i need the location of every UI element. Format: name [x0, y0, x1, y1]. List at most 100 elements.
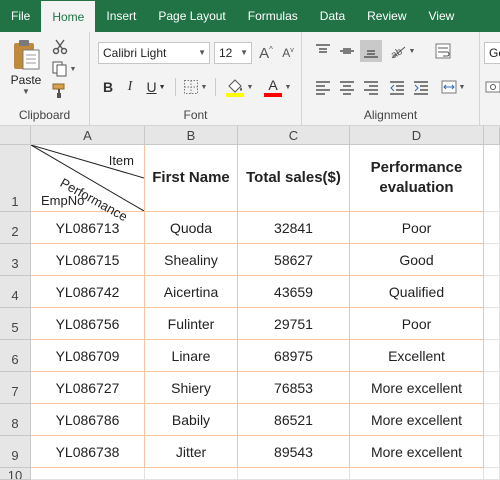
- cell-total-sales[interactable]: 58627: [238, 244, 350, 276]
- cell-performance[interactable]: Good: [350, 244, 484, 276]
- cell-empty[interactable]: [484, 212, 500, 244]
- cell-total-sales[interactable]: 29751: [238, 308, 350, 340]
- cell-empno[interactable]: YL086727: [31, 372, 145, 404]
- cell-empty[interactable]: [484, 244, 500, 276]
- row-header-8[interactable]: 8: [0, 404, 31, 436]
- cell-total-sales[interactable]: 76853: [238, 372, 350, 404]
- cell-performance[interactable]: More excellent: [350, 404, 484, 436]
- column-header-a[interactable]: A: [31, 126, 145, 145]
- underline-button[interactable]: U ▼: [142, 76, 170, 98]
- cell-first-name[interactable]: Shiery: [145, 372, 238, 404]
- cell-performance[interactable]: More excellent: [350, 436, 484, 468]
- cell-performance[interactable]: Excellent: [350, 340, 484, 372]
- column-header-d[interactable]: D: [350, 126, 484, 145]
- row-header-4[interactable]: 4: [0, 276, 31, 308]
- cell-total-sales[interactable]: 43659: [238, 276, 350, 308]
- cell-empno[interactable]: YL086786: [31, 404, 145, 436]
- row-header-9[interactable]: 9: [0, 436, 31, 468]
- row-header-6[interactable]: 6: [0, 340, 31, 372]
- tab-file[interactable]: File: [0, 0, 41, 32]
- bold-button[interactable]: B: [98, 76, 118, 98]
- align-center-button[interactable]: [336, 76, 358, 98]
- borders-button[interactable]: ▼: [180, 76, 210, 98]
- row-header-5[interactable]: 5: [0, 308, 31, 340]
- cell-total-sales[interactable]: 68975: [238, 340, 350, 372]
- tab-view[interactable]: View: [418, 0, 466, 32]
- row-header-7[interactable]: 7: [0, 372, 31, 404]
- cell-first-name[interactable]: Jitter: [145, 436, 238, 468]
- paste-button[interactable]: Paste ▼: [8, 38, 44, 96]
- font-color-button[interactable]: A ▼: [260, 74, 294, 100]
- font-size-combo[interactable]: 12 ▼: [214, 42, 252, 64]
- cell-empty[interactable]: [31, 468, 145, 480]
- accounting-format-button[interactable]: [484, 76, 500, 98]
- align-left-button[interactable]: [312, 76, 334, 98]
- cell-performance[interactable]: Poor: [350, 308, 484, 340]
- cell-empty[interactable]: [484, 404, 500, 436]
- middle-align-button[interactable]: [336, 40, 358, 62]
- column-header-c[interactable]: C: [238, 126, 350, 145]
- cell-performance[interactable]: Poor: [350, 212, 484, 244]
- cell-empty[interactable]: [484, 372, 500, 404]
- tab-insert[interactable]: Insert: [95, 0, 147, 32]
- cell-empno[interactable]: YL086742: [31, 276, 145, 308]
- top-align-button[interactable]: [312, 40, 334, 62]
- increase-font-button[interactable]: A^: [256, 42, 276, 64]
- font-name-combo[interactable]: Calibri Light ▼: [98, 42, 210, 64]
- tab-data[interactable]: Data: [309, 0, 356, 32]
- cell-empty[interactable]: [350, 468, 484, 480]
- align-right-button[interactable]: [360, 76, 382, 98]
- cell-first-name[interactable]: Shealiny: [145, 244, 238, 276]
- format-painter-button[interactable]: [50, 82, 70, 100]
- cell-first-name[interactable]: Fulinter: [145, 308, 238, 340]
- cell-empno[interactable]: YL086713: [31, 212, 145, 244]
- italic-button[interactable]: I: [120, 76, 140, 98]
- row-header-3[interactable]: 3: [0, 244, 31, 276]
- fill-color-button[interactable]: ▼: [222, 74, 256, 100]
- cell-empno[interactable]: YL086715: [31, 244, 145, 276]
- tab-home[interactable]: Home: [41, 0, 96, 32]
- cell-empno[interactable]: YL086738: [31, 436, 145, 468]
- cell-performance[interactable]: More excellent: [350, 372, 484, 404]
- number-format-combo[interactable]: Ge: [484, 42, 500, 64]
- tab-review[interactable]: Review: [356, 0, 417, 32]
- decrease-indent-button[interactable]: [386, 76, 408, 98]
- cell-first-name[interactable]: Linare: [145, 340, 238, 372]
- copy-button[interactable]: ▼: [50, 60, 78, 78]
- cell-empty[interactable]: [484, 436, 500, 468]
- decrease-font-button[interactable]: Av: [278, 42, 298, 64]
- cell-empty[interactable]: [145, 468, 238, 480]
- bottom-align-button[interactable]: [360, 40, 382, 62]
- cell-total-sales[interactable]: 86521: [238, 404, 350, 436]
- column-header-b[interactable]: B: [145, 126, 238, 145]
- column-header-e[interactable]: [484, 126, 500, 145]
- cell-empty[interactable]: [484, 276, 500, 308]
- merge-center-button[interactable]: ▼: [436, 76, 470, 98]
- row-header-2[interactable]: 2: [0, 212, 31, 244]
- cell-empty[interactable]: [484, 308, 500, 340]
- cell-first-name[interactable]: Quoda: [145, 212, 238, 244]
- row-header-1[interactable]: 1: [0, 145, 31, 212]
- cell-performance[interactable]: Qualified: [350, 276, 484, 308]
- cell-empty[interactable]: [484, 340, 500, 372]
- cell-total-sales[interactable]: 89543: [238, 436, 350, 468]
- row-header-10[interactable]: 10: [0, 468, 31, 480]
- increase-indent-button[interactable]: [410, 76, 432, 98]
- cell-empty[interactable]: [238, 468, 350, 480]
- cell-first-name[interactable]: Babily: [145, 404, 238, 436]
- cell-total-sales[interactable]: 32841: [238, 212, 350, 244]
- cell-empty[interactable]: [484, 468, 500, 480]
- tab-formulas[interactable]: Formulas: [237, 0, 309, 32]
- orientation-button[interactable]: ab ▼: [386, 40, 418, 62]
- cell-empno[interactable]: YL086709: [31, 340, 145, 372]
- cell-empty[interactable]: [484, 145, 500, 212]
- select-all-corner[interactable]: [0, 126, 31, 145]
- tab-page-layout[interactable]: Page Layout: [147, 0, 236, 32]
- header-first-name[interactable]: First Name: [145, 145, 238, 212]
- wrap-text-button[interactable]: [432, 40, 454, 62]
- cut-button[interactable]: [50, 38, 70, 56]
- cell-empno[interactable]: YL086756: [31, 308, 145, 340]
- header-performance-evaluation[interactable]: Performance evaluation: [350, 145, 484, 212]
- cell-first-name[interactable]: Aicertina: [145, 276, 238, 308]
- diagonal-header-cell[interactable]: Item Performance EmpNo: [31, 145, 145, 224]
